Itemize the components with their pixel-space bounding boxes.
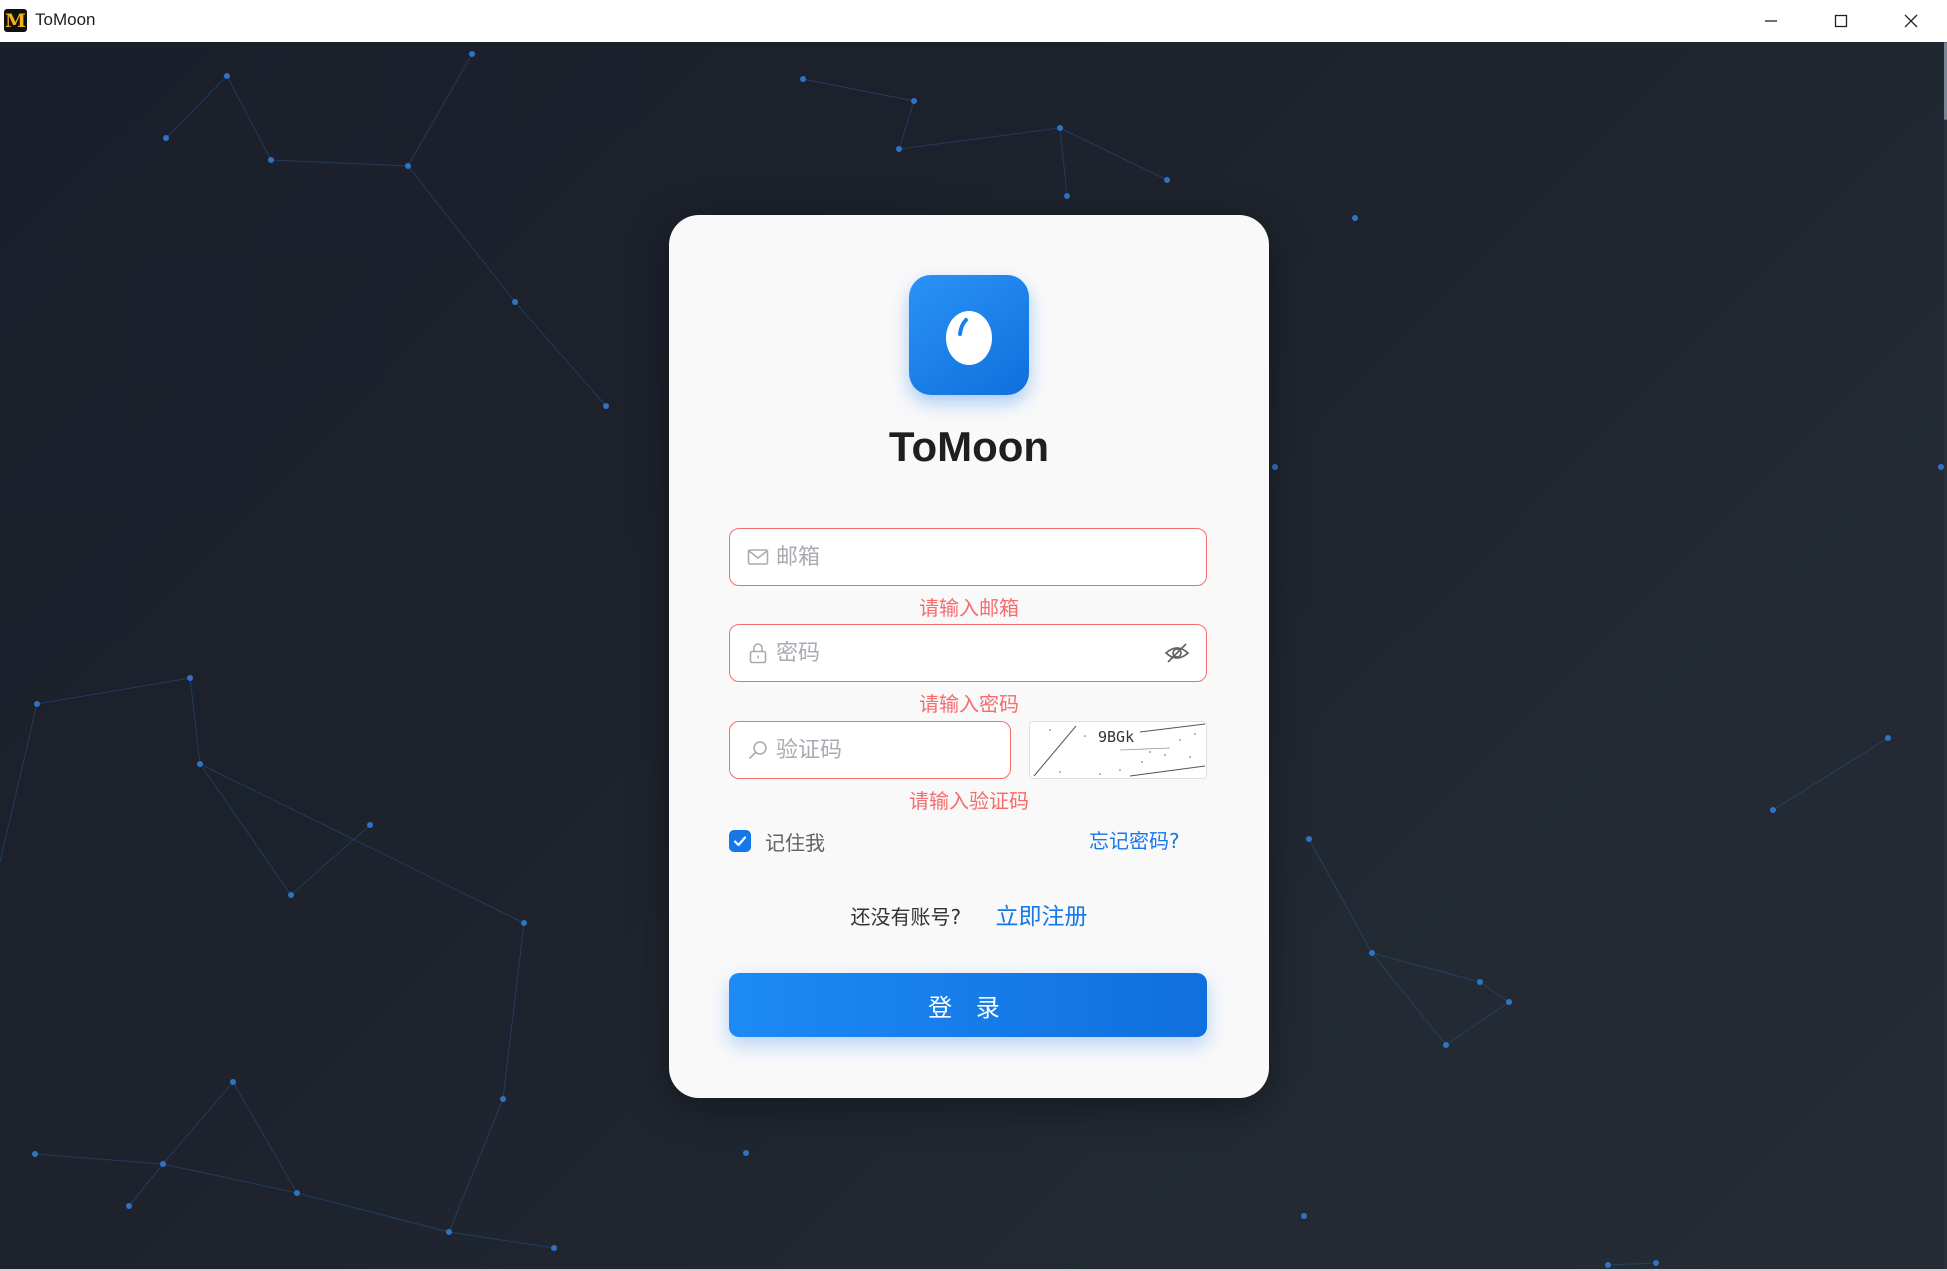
minimize-icon (1765, 20, 1777, 22)
remember-checkbox[interactable] (729, 830, 751, 852)
lock-icon (749, 643, 767, 664)
egg-logo-icon (946, 311, 992, 365)
close-icon (1904, 14, 1918, 28)
remember-label: 记住我 (765, 830, 825, 855)
remember-me[interactable]: 记住我 (729, 827, 825, 855)
app-icon: M (4, 9, 27, 32)
app-name: ToMoon (888, 423, 1050, 470)
window-title-bar[interactable]: M ToMoon (0, 0, 1947, 43)
captcha-field[interactable] (729, 721, 1050, 779)
captcha-input[interactable] (776, 730, 1050, 770)
maximize-button[interactable] (1806, 0, 1876, 42)
login-button[interactable]: 登 录 (729, 973, 1207, 1037)
window-title: ToMoon (35, 10, 96, 29)
password-input[interactable] (776, 633, 1164, 673)
signup-link[interactable]: 立即注册 (995, 897, 1087, 931)
login-card: ToMoon 请输入邮箱 请输入密码 (669, 215, 1269, 1098)
captcha-error: 请输入验证码 (909, 789, 1029, 813)
forgot-password-link[interactable]: 忘记密码? (1089, 827, 1180, 855)
password-field[interactable] (729, 624, 1207, 682)
captcha-code: 9BGk (1098, 728, 1135, 746)
captcha-image[interactable]: 9BGk (1029, 721, 1207, 779)
email-input[interactable] (776, 537, 1206, 577)
password-error: 请输入密码 (919, 692, 1019, 716)
email-error: 请输入邮箱 (919, 596, 1019, 620)
app-logo (909, 275, 1029, 395)
signup-row: 还没有账号? 立即注册 (669, 897, 1269, 931)
search-icon (748, 741, 767, 760)
email-field[interactable] (729, 528, 1207, 586)
close-button[interactable] (1876, 0, 1946, 42)
check-icon (733, 836, 747, 847)
maximize-icon (1834, 14, 1848, 28)
minimize-button[interactable] (1736, 0, 1806, 42)
mail-icon (747, 549, 769, 565)
signup-prompt: 还没有账号? (850, 905, 962, 929)
eye-off-icon[interactable] (1164, 640, 1190, 666)
